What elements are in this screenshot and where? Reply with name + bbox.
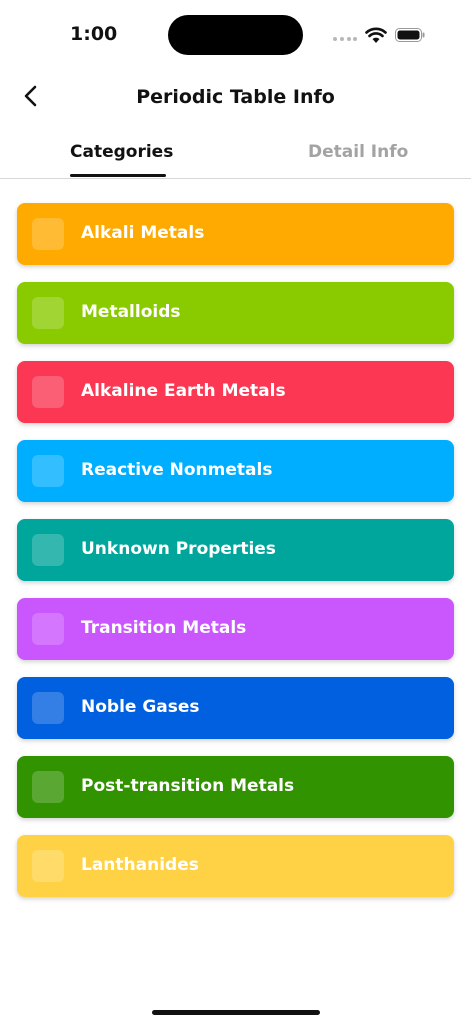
category-card-alkali-metals[interactable]: Alkali Metals — [17, 203, 454, 265]
category-card-post-transition-metals[interactable]: Post-transition Metals — [17, 756, 454, 818]
category-label: Transition Metals — [81, 618, 247, 638]
category-label: Alkaline Earth Metals — [81, 381, 286, 401]
category-label: Metalloids — [81, 302, 181, 322]
category-label: Alkali Metals — [81, 223, 205, 243]
tab-categories[interactable]: Categories — [70, 142, 173, 162]
category-card-metalloids[interactable]: Metalloids — [17, 282, 454, 344]
wifi-icon — [365, 27, 387, 43]
category-swatch — [32, 613, 64, 645]
category-label: Post-transition Metals — [81, 776, 295, 796]
category-card-unknown-properties[interactable]: Unknown Properties — [17, 519, 454, 581]
category-swatch — [32, 692, 64, 724]
tab-bar: Categories Detail Info — [0, 126, 471, 179]
category-swatch — [32, 534, 64, 566]
category-label: Unknown Properties — [81, 539, 276, 559]
navigation-bar: Periodic Table Info — [0, 70, 471, 126]
category-swatch — [32, 376, 64, 408]
active-tab-indicator — [70, 174, 166, 177]
category-card-reactive-nonmetals[interactable]: Reactive Nonmetals — [17, 440, 454, 502]
category-card-transition-metals[interactable]: Transition Metals — [17, 598, 454, 660]
category-list: Alkali Metals Metalloids Alkaline Earth … — [17, 203, 454, 914]
battery-icon — [395, 28, 425, 42]
home-indicator — [152, 1010, 320, 1015]
category-card-lanthanides[interactable]: Lanthanides — [17, 835, 454, 897]
category-swatch — [32, 455, 64, 487]
category-card-noble-gases[interactable]: Noble Gases — [17, 677, 454, 739]
cellular-signal-icon — [333, 37, 357, 41]
category-label: Noble Gases — [81, 697, 200, 717]
category-swatch — [32, 297, 64, 329]
dynamic-island — [168, 15, 303, 55]
tab-detail-info[interactable]: Detail Info — [308, 142, 408, 162]
status-bar: 1:00 — [0, 0, 471, 70]
category-swatch — [32, 771, 64, 803]
category-label: Reactive Nonmetals — [81, 460, 273, 480]
category-label: Lanthanides — [81, 855, 199, 875]
status-time: 1:00 — [70, 23, 118, 45]
page-title: Periodic Table Info — [136, 86, 335, 108]
category-swatch — [32, 218, 64, 250]
category-card-alkaline-earth-metals[interactable]: Alkaline Earth Metals — [17, 361, 454, 423]
category-swatch — [32, 850, 64, 882]
